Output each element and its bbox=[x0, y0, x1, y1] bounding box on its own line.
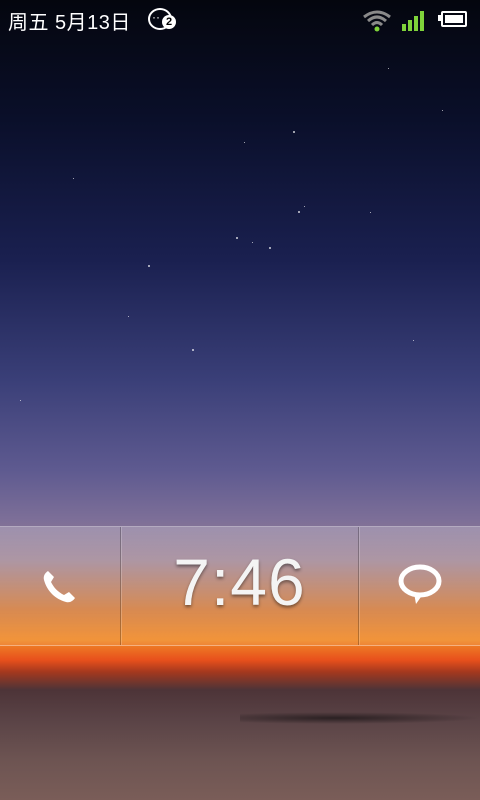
status-bar: 周五 5月13日 ·· 2 bbox=[0, 0, 480, 38]
wallpaper bbox=[0, 0, 480, 800]
status-date: 周五 5月13日 bbox=[8, 12, 131, 34]
phone-icon bbox=[43, 571, 75, 603]
notification-icon[interactable]: ·· 2 bbox=[148, 8, 176, 32]
message-icon bbox=[398, 564, 442, 604]
signal-icon bbox=[402, 9, 428, 31]
clock: 7:46 bbox=[121, 527, 358, 645]
phone-shortcut-button[interactable] bbox=[0, 527, 120, 645]
notification-count: 2 bbox=[162, 15, 176, 29]
battery-icon bbox=[438, 11, 467, 27]
message-shortcut-button[interactable] bbox=[359, 527, 480, 645]
lock-bar: 7:46 bbox=[0, 526, 480, 646]
clock-time: 7:46 bbox=[173, 545, 306, 619]
wifi-icon bbox=[363, 10, 391, 32]
